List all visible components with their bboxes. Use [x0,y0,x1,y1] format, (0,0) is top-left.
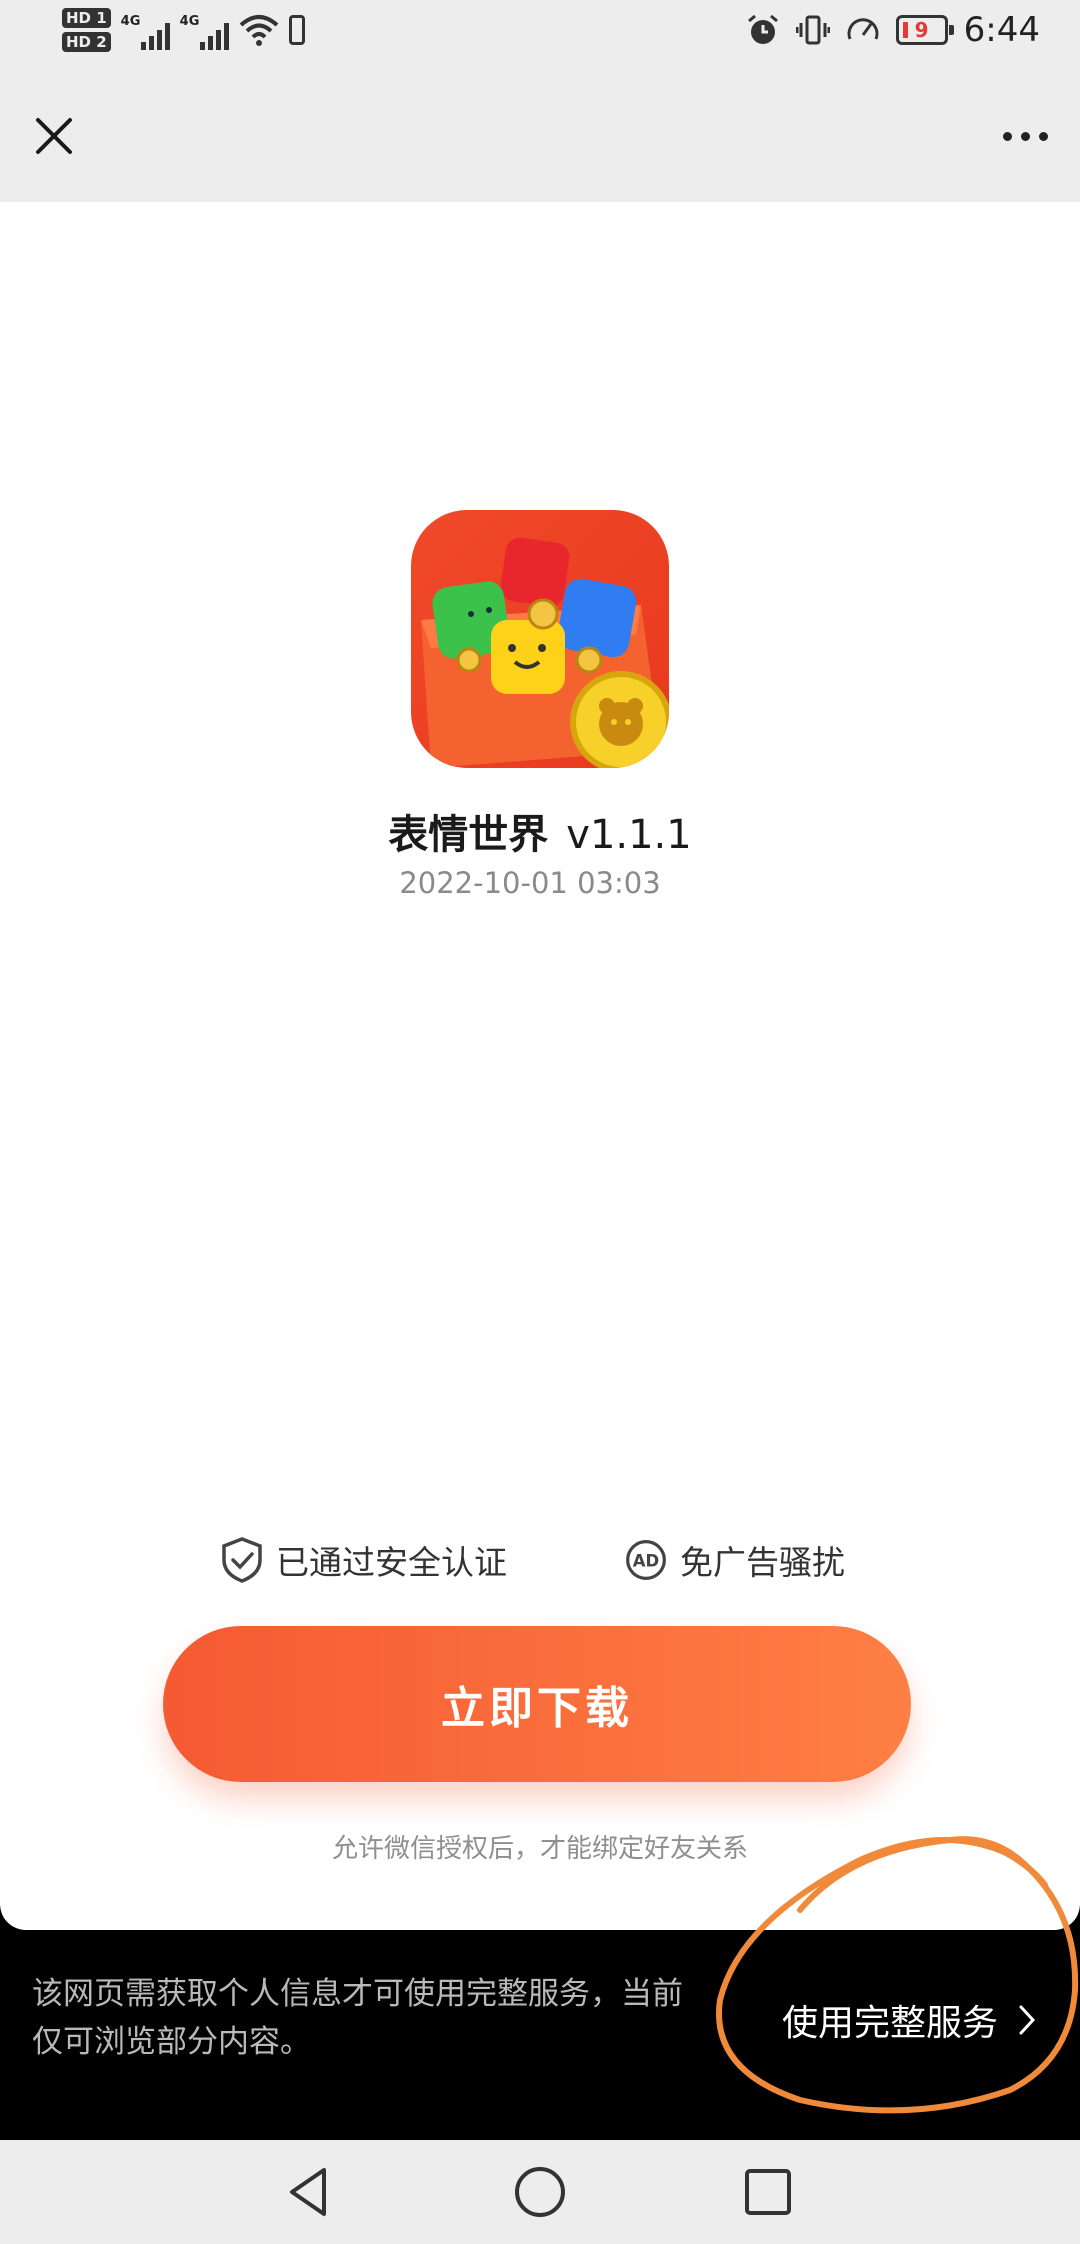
full-service-label: 使用完整服务 [782,2003,999,2044]
clock: 6:44 [963,10,1040,50]
content-card: 表情世界 v1.1.1 2022-10-01 03:03 已通过安全认证 AD 免… [0,202,1080,1930]
signal-icon-2: 4G [180,10,229,50]
full-service-link[interactable]: 使用完整服务 [782,1990,1038,2050]
wifi-icon [239,15,278,46]
network1-label: 4G [120,14,141,29]
app-icon [411,510,669,768]
battery-icon: 9 [895,15,954,45]
close-icon [36,118,72,154]
back-triangle-icon[interactable] [280,2162,340,2222]
security-label: 已通过安全认证 [276,1543,507,1582]
recent-apps-icon[interactable] [738,2162,798,2222]
alarm-icon [747,14,778,44]
permission-bar: 该网页需获取个人信息才可使用完整服务，当前仅可浏览部分内容。 使用完整服务 [0,1930,1080,2140]
permission-message: 该网页需获取个人信息才可使用完整服务，当前仅可浏览部分内容。 [32,1976,683,2060]
system-nav-bar [0,2140,1080,2244]
no-ads-badge: AD 免广告骚扰 [624,1536,845,1584]
more-button[interactable] [990,106,1060,166]
app-date: 2022-10-01 03:03 [399,866,661,900]
security-badge: 已通过安全认证 [220,1536,507,1584]
sim1-label: HD 1 [62,8,111,28]
battery-level: 9 [914,18,929,42]
home-circle-icon[interactable] [510,2162,570,2222]
close-button[interactable] [24,106,84,166]
vibrate-icon [795,15,830,45]
sim-indicators: HD 1 HD 2 [62,8,111,52]
signal-icon-1: 4G [121,10,170,50]
speedometer-icon [847,18,879,40]
app-name: 表情世界 [388,812,549,858]
sim2-label: HD 2 [62,32,111,52]
download-button[interactable]: 立即下载 [163,1626,911,1782]
status-left: HD 1 HD 2 4G 4G [62,8,305,52]
status-bar: HD 1 HD 2 4G 4G 9 6:44 [0,0,1080,72]
svg-text:AD: AD [633,1551,659,1570]
phone-icon [288,15,305,45]
chevron-right-icon [1019,2005,1036,2035]
shield-check-icon [222,1537,262,1583]
more-dots-icon [1002,131,1012,141]
auth-note: 允许微信授权后，才能绑定好友关系 [331,1834,748,1864]
no-ads-label: 免广告骚扰 [680,1543,845,1582]
app-title: 表情世界 v1.1.1 [0,802,1080,860]
app-version: v1.1.1 [566,812,692,858]
nav-header [0,72,1080,202]
status-right: 9 6:44 [746,10,1040,50]
emoji-box-icon [411,510,669,768]
badges: 已通过安全认证 AD 免广告骚扰 [0,1536,1080,1588]
ad-icon: AD [626,1540,666,1580]
network2-label: 4G [179,14,200,29]
